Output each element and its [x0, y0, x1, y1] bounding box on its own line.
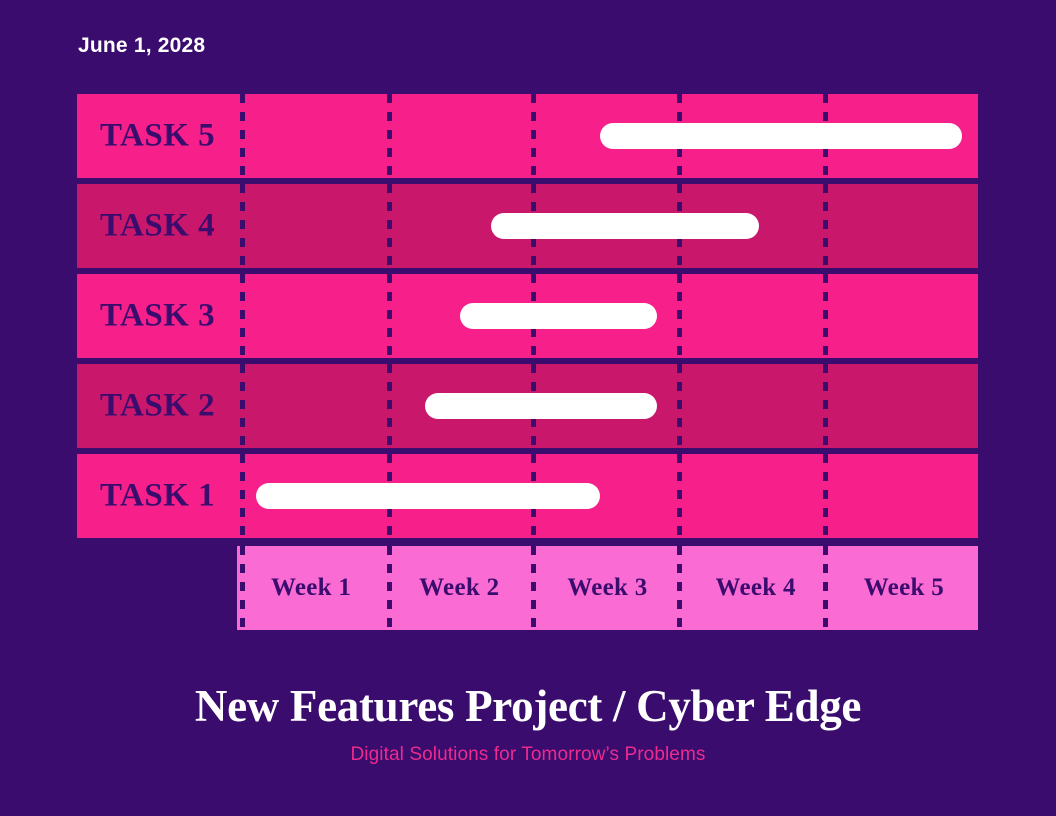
week-grid-line [240, 184, 245, 268]
week-header-label: Week 3 [567, 574, 648, 601]
gantt-row-label: TASK 2 [100, 387, 216, 424]
week-grid-line [240, 94, 245, 178]
week-header-label: Week 2 [419, 574, 500, 601]
gantt-chart: TASK 5 TASK 4 TASK 3 TASK 2 TASK 1 [77, 94, 978, 538]
week-header-cell-4[interactable]: Week 4 [682, 546, 830, 630]
week-grid-line [387, 364, 392, 448]
gantt-row[interactable]: TASK 5 [77, 94, 978, 178]
week-header-cell-5[interactable]: Week 5 [830, 546, 978, 630]
task-bar[interactable] [600, 123, 962, 149]
week-grid-line [823, 546, 828, 630]
week-grid-line [677, 274, 682, 358]
gantt-row[interactable]: TASK 3 [77, 274, 978, 358]
week-header-label: Week 1 [270, 574, 352, 601]
week-grid-line [531, 546, 536, 630]
gantt-row-label: TASK 3 [100, 297, 216, 334]
footer: New Features Project / Cyber Edge Digita… [0, 678, 1056, 766]
gantt-row[interactable]: TASK 2 [77, 364, 978, 448]
week-grid-line [677, 454, 682, 538]
week-header-cell-3[interactable]: Week 3 [533, 546, 681, 630]
gantt-row[interactable]: TASK 4 [77, 184, 978, 268]
week-header-label: Week 5 [863, 574, 945, 601]
chart-date-label: June 1, 2028 [78, 34, 206, 57]
week-grid-line [387, 546, 392, 630]
week-grid-line [531, 94, 536, 178]
week-grid-line [240, 454, 245, 538]
project-subtitle: Digital Solutions for Tomorrow’s Problem… [350, 744, 706, 765]
task-bar[interactable] [425, 393, 657, 419]
gantt-row[interactable]: TASK 1 [77, 454, 978, 538]
project-title: New Features Project / Cyber Edge [194, 681, 862, 731]
week-grid-line [240, 274, 245, 358]
gantt-row-label: TASK 4 [100, 207, 216, 244]
week-grid-line [387, 184, 392, 268]
task-bar[interactable] [256, 483, 600, 509]
week-grid-line [677, 364, 682, 448]
week-grid-line [823, 364, 828, 448]
gantt-week-header: Week 1 Week 2 Week 3 Week 4 Week 5 [237, 546, 978, 630]
week-header-label: Week 4 [715, 574, 796, 601]
week-grid-line [677, 546, 682, 630]
task-bar[interactable] [491, 213, 759, 239]
gantt-row-label: TASK 5 [100, 117, 216, 154]
week-grid-line [823, 274, 828, 358]
week-header-cell-2[interactable]: Week 2 [385, 546, 533, 630]
week-grid-line [387, 274, 392, 358]
week-grid-line [240, 364, 245, 448]
task-bar[interactable] [460, 303, 657, 329]
week-header-cell-1[interactable]: Week 1 [237, 546, 385, 630]
gantt-row-label: TASK 1 [100, 477, 216, 514]
week-grid-line [387, 94, 392, 178]
week-grid-line [240, 546, 245, 630]
week-grid-line [823, 454, 828, 538]
week-grid-line [823, 184, 828, 268]
